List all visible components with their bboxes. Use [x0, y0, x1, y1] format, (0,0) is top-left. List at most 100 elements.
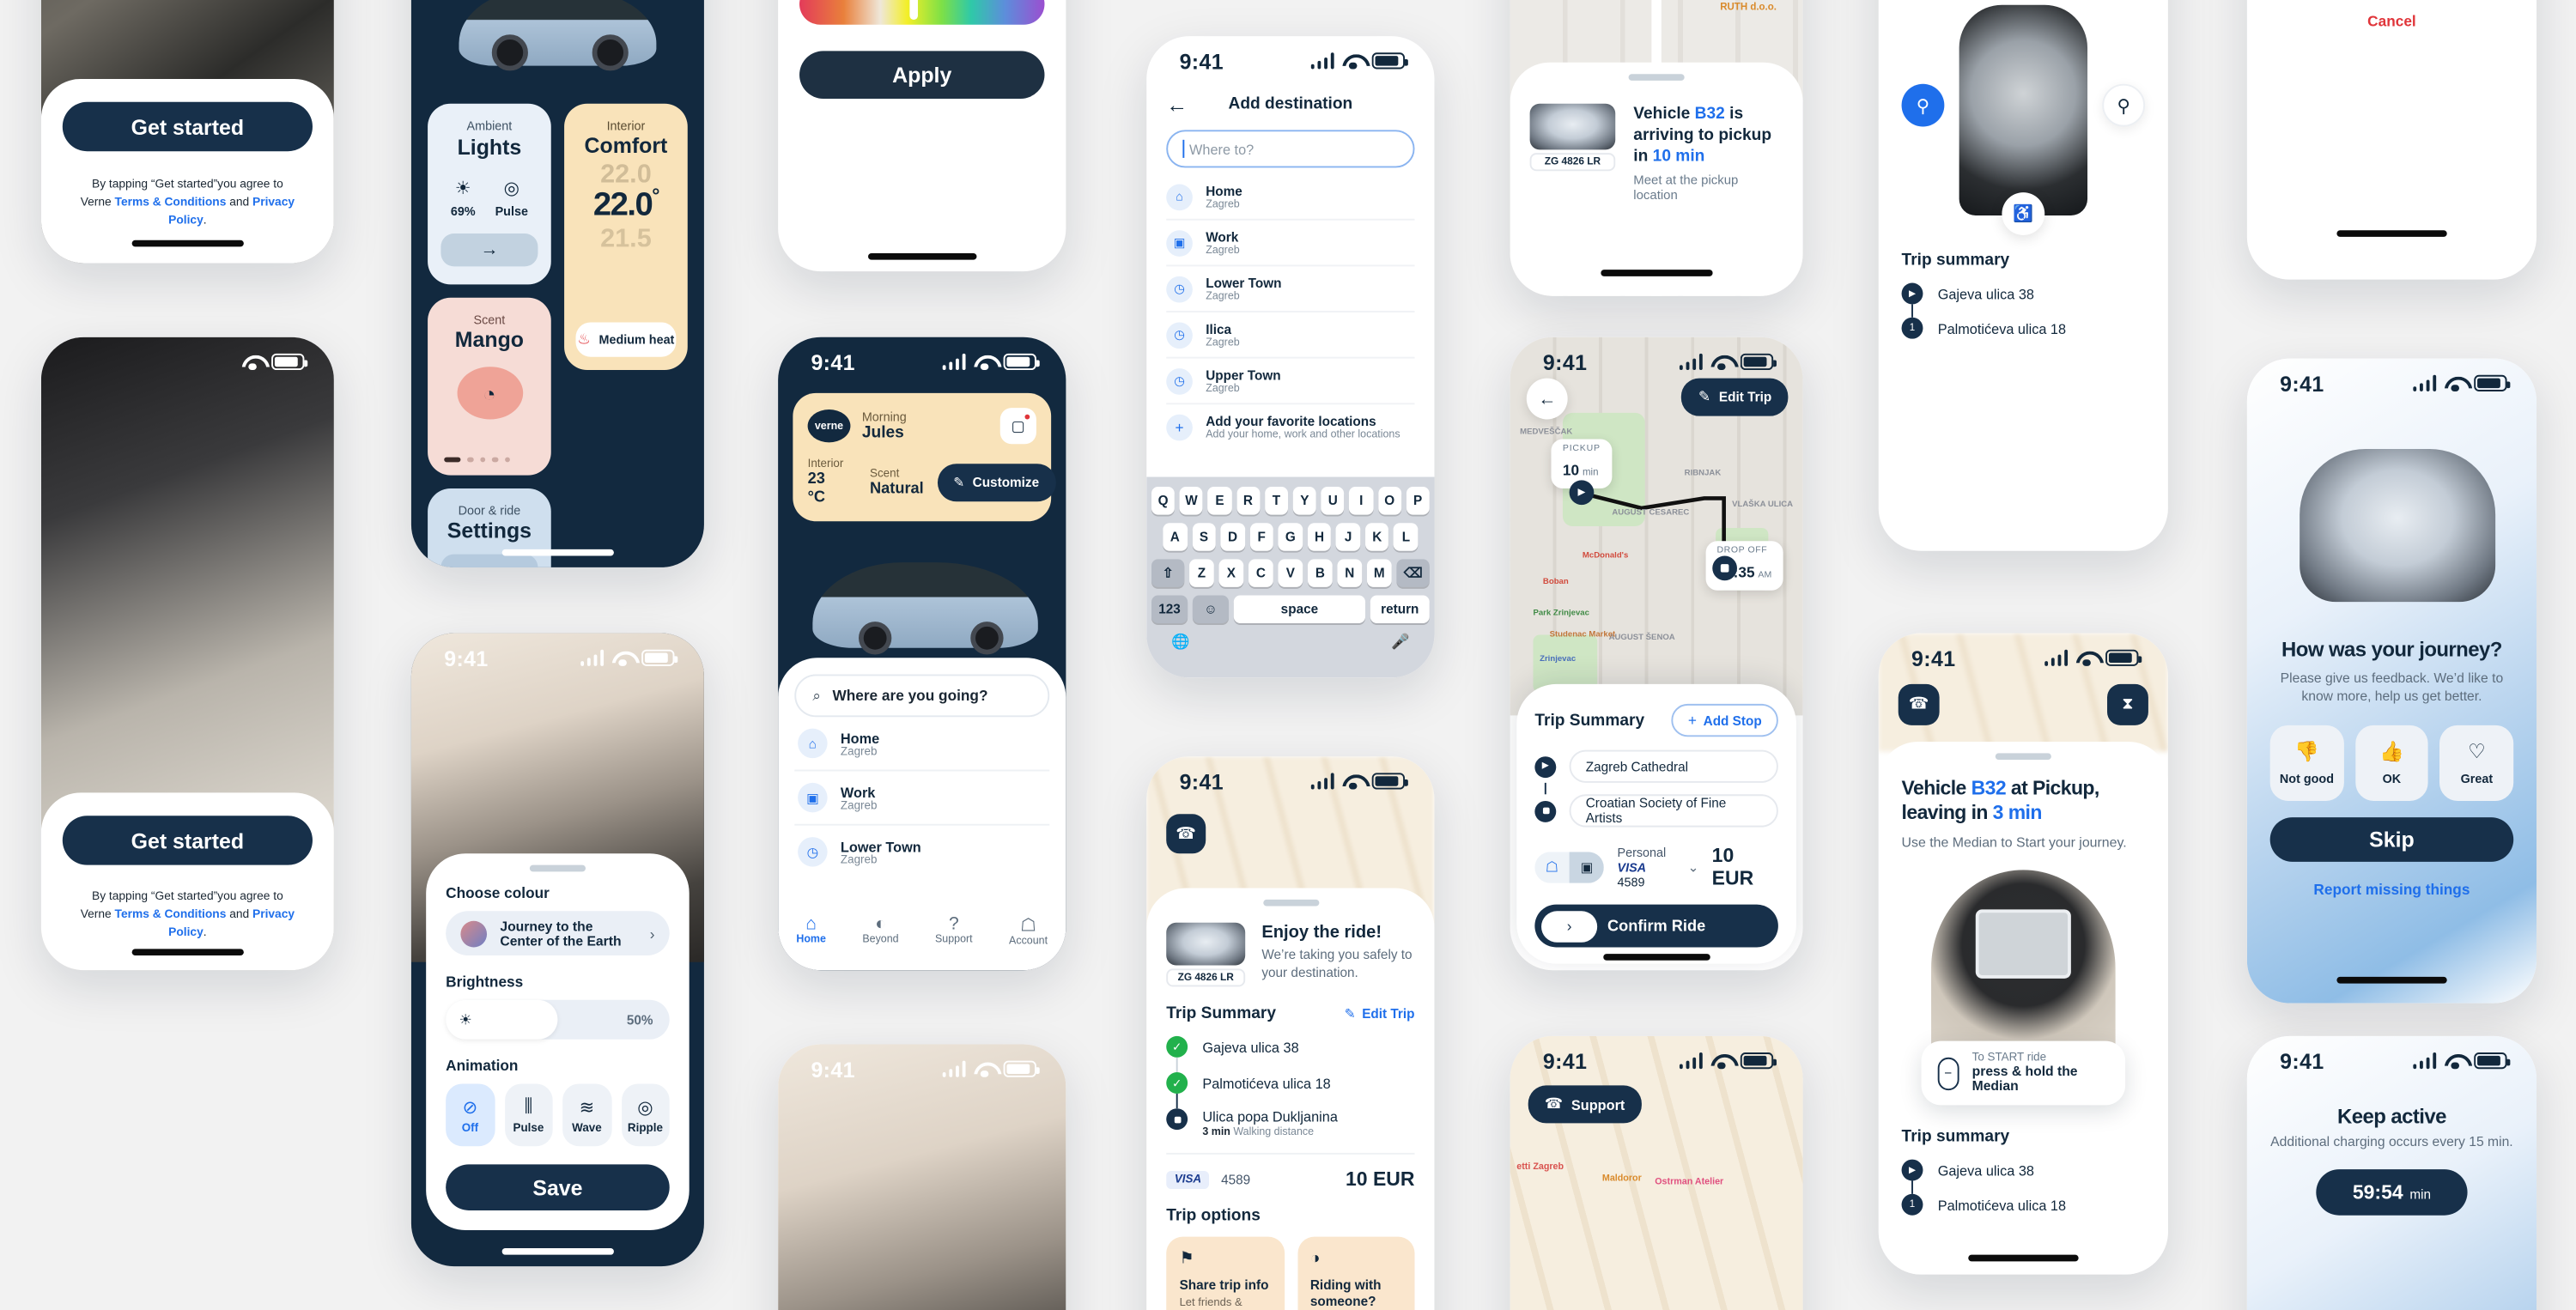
open-lights-button[interactable]: →	[440, 233, 538, 267]
list-item[interactable]: ▣ Work Zagreb	[794, 771, 1050, 826]
chevron-down-icon[interactable]: ⌄	[1687, 859, 1698, 874]
home-indicator	[2336, 975, 2447, 984]
start-marker-icon: ▶	[1534, 755, 1557, 778]
edit-trip-button[interactable]: ✎ Edit Trip	[1345, 1006, 1415, 1021]
stop-input-2[interactable]: Croatian Society of Fine Artists	[1569, 794, 1778, 828]
return-key[interactable]: return	[1370, 595, 1430, 624]
keyboard[interactable]: QWERTYUIOP ASDFGHJKL ⇧ ZXCVBNM ⌫ 123 ☺ s…	[1146, 476, 1435, 678]
support-button[interactable]: ☎	[1166, 814, 1206, 854]
globe-icon[interactable]: 🌐	[1171, 634, 1189, 652]
hue-slider[interactable]	[799, 0, 1045, 25]
off-icon: ⊘	[462, 1097, 478, 1118]
tile-ambient-lights[interactable]: Ambient Lights ☀ 69% ◎ Pulse →	[428, 103, 551, 285]
search-input[interactable]: ⌕ Where are you going?	[794, 674, 1050, 718]
stop-input-1[interactable]: Zagreb Cathedral	[1569, 749, 1778, 783]
list-item[interactable]: ◷ Ilica Zagreb	[1166, 312, 1415, 359]
numbers-key[interactable]: 123	[1151, 595, 1188, 624]
rating-ok[interactable]: 👍 OK	[2354, 725, 2429, 801]
list-item[interactable]: ◷ Lower Town Zagreb	[794, 826, 1049, 878]
wifi-icon	[242, 354, 264, 371]
apply-button[interactable]: Apply	[799, 51, 1045, 99]
page-subtitle: Please give us feedback. We’d like to kn…	[2280, 670, 2504, 704]
terms-link[interactable]: Terms & Conditions	[115, 194, 227, 209]
signal-icon	[1309, 773, 1334, 790]
trip-stops: ✓ Gajeva ulica 38 ✓ Palmotićeva ulica 18…	[1166, 1035, 1414, 1138]
list-item[interactable]: ⌂ Home Zagreb	[1166, 174, 1415, 221]
page-title: Add destination	[1228, 95, 1353, 114]
status-bar: 9:41	[2247, 359, 2537, 408]
mic-icon[interactable]: 🎤	[1391, 634, 1409, 652]
backspace-key[interactable]: ⌫	[1396, 559, 1430, 587]
sheet-grabber[interactable]	[1628, 74, 1685, 81]
price: 10 EUR	[1711, 843, 1754, 890]
animation-option-wave[interactable]: ≋ Wave	[562, 1083, 611, 1147]
start-marker-icon: ▶	[1901, 282, 1923, 305]
status-bar: 9:41	[1879, 634, 2168, 682]
save-button[interactable]: Save	[446, 1164, 670, 1210]
open-settings-button[interactable]: →	[440, 554, 538, 567]
tab-home[interactable]: ⌂ Home	[796, 914, 826, 947]
seat-heat-chip[interactable]: ♨ Medium heat	[575, 322, 677, 357]
add-favorites-row[interactable]: + Add your favorite locations Add your h…	[1166, 404, 1414, 451]
home-icon: ⌂	[1166, 183, 1193, 210]
wait-button[interactable]: ⧗	[2107, 683, 2148, 725]
rating-great[interactable]: ♡ Great	[2439, 725, 2514, 801]
signal-icon	[580, 649, 605, 666]
skip-button[interactable]: Skip	[2269, 817, 2514, 862]
map-label: AUGUST ŠENOA	[1608, 633, 1675, 644]
tab-support[interactable]: ? Support	[935, 914, 973, 947]
list-item[interactable]: ◷ Lower Town Zagreb	[1166, 266, 1415, 312]
trip-summary-sheet: Trip Summary + Add Stop ▶ Zagreb Cathedr…	[1516, 683, 1796, 964]
emoji-key[interactable]: ☺	[1192, 595, 1230, 624]
tab-account[interactable]: ☖ Account	[1009, 914, 1048, 947]
sheet-grabber[interactable]	[529, 864, 586, 872]
option-riding-with-someone[interactable]: ◑ Riding with someone? Share the trip co…	[1297, 1236, 1415, 1310]
accessibility-button[interactable]: ♿	[2002, 192, 2045, 235]
home-indicator	[131, 948, 244, 956]
support-button[interactable]: ☎ Support	[1528, 1085, 1642, 1124]
brightness-slider[interactable]: ☀ 50%	[446, 999, 670, 1040]
tile-scent[interactable]: Scent Mango ◔	[428, 297, 551, 476]
list-item[interactable]: ▣ Work Zagreb	[1166, 221, 1415, 267]
home-indicator	[1603, 953, 1710, 961]
sheet-grabber[interactable]	[1262, 899, 1319, 907]
tab-bar: ⌂ Home ◐ Beyond ? Support ☖ Account	[778, 914, 1066, 947]
vehicle-image	[440, 0, 674, 82]
animation-option-off[interactable]: ⊘ Off	[446, 1083, 495, 1147]
hue-slider-thumb[interactable]	[909, 0, 919, 20]
sheet-grabber[interactable]	[1995, 753, 2051, 761]
cancel-button[interactable]: Cancel	[2270, 13, 2514, 29]
notifications-button[interactable]: ▢	[999, 408, 1036, 445]
edit-trip-button[interactable]: ✎ Edit Trip	[1681, 378, 1789, 416]
add-stop-button[interactable]: + Add Stop	[1671, 703, 1778, 737]
option-share-trip[interactable]: ⚑ Share trip info Let friends & family s…	[1166, 1236, 1285, 1310]
animation-option-ripple[interactable]: ◎ Ripple	[621, 1083, 670, 1147]
colour-preset-row[interactable]: Journey to the Center of the Earth ›	[446, 911, 670, 956]
door-left-button[interactable]: ⚲	[1901, 83, 1945, 127]
brightness-icon: ☀	[454, 179, 471, 199]
ride-type-toggle[interactable]: ☖ ▣	[1534, 851, 1605, 882]
report-missing-link[interactable]: Report missing things	[2270, 882, 2514, 898]
terms-link[interactable]: Terms & Conditions	[115, 907, 227, 921]
places-list: ⌂ Home Zagreb ▣ Work Zagreb ◷ Lower Town…	[794, 717, 1050, 878]
customize-button[interactable]: ✎ Customize	[937, 464, 1056, 502]
back-button[interactable]: ←	[1526, 378, 1568, 420]
get-started-button[interactable]: Get started	[62, 816, 313, 865]
list-item[interactable]: ◷ Upper Town Zagreb	[1166, 359, 1415, 405]
confirm-ride-button[interactable]: › Confirm Ride	[1534, 904, 1778, 948]
door-right-button[interactable]: ⚲	[2102, 83, 2146, 127]
phone-pickup-4min: Vehicle B32 at Pickup, leaving in 4 Min …	[1878, 0, 2168, 551]
list-item[interactable]: ⌂ Home Zagreb	[794, 717, 1050, 772]
get-started-button[interactable]: Get started	[62, 101, 313, 152]
carousel-dots[interactable]	[444, 456, 510, 463]
animation-option-pulse[interactable]: ⫼ Pulse	[504, 1083, 553, 1147]
tab-beyond[interactable]: ◐ Beyond	[862, 914, 898, 947]
space-key[interactable]: space	[1233, 595, 1366, 624]
map-label: RIBNJAK	[1684, 468, 1722, 479]
support-button[interactable]: ☎	[1898, 683, 1940, 725]
destination-input[interactable]: Where to?	[1166, 130, 1415, 168]
shift-key[interactable]: ⇧	[1151, 559, 1185, 587]
rating-not-good[interactable]: 👎 Not good	[2269, 725, 2344, 801]
home-indicator	[131, 239, 244, 247]
tile-interior-comfort[interactable]: Interior Comfort 22.0 22.0° 21.5 ♨ Mediu…	[564, 103, 688, 371]
